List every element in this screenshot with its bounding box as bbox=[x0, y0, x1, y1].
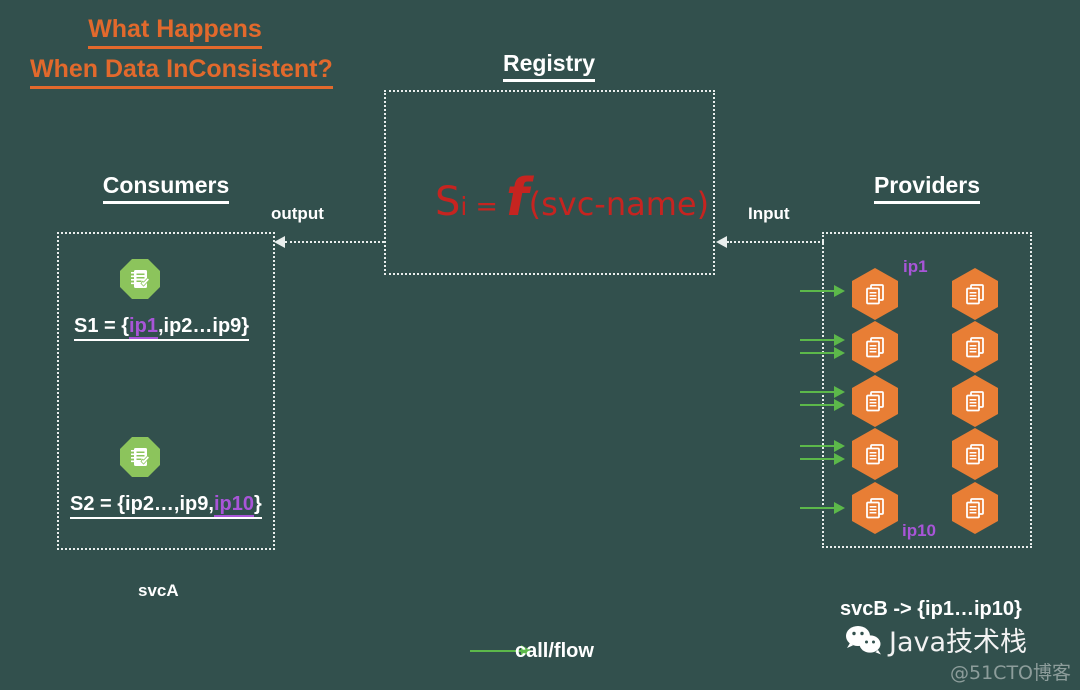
registry-formula: Si = f(svc-name) bbox=[435, 168, 709, 228]
consumer-service-label: svcA bbox=[138, 581, 179, 600]
legend-label: call/flow bbox=[515, 640, 594, 662]
title-line-2: When Data InConsistent? bbox=[30, 54, 333, 89]
consumer-icon-2[interactable] bbox=[120, 437, 160, 477]
arrow-shaft bbox=[800, 290, 834, 292]
arrow-shaft bbox=[800, 352, 834, 354]
consumer-set-2-suffix: } bbox=[253, 493, 262, 515]
arrow-head-icon bbox=[834, 347, 845, 359]
documents-stack-icon bbox=[966, 284, 984, 305]
consumer-set-2-prefix: S2 = {ip2…,ip9, bbox=[70, 493, 214, 515]
consumer-set-2-highlight: ip10 bbox=[213, 493, 254, 517]
consumer-set-1-suffix: ,ip2…ip9} bbox=[157, 315, 250, 337]
watermark-wechat: Java技术栈 bbox=[845, 625, 1027, 660]
output-arrow bbox=[274, 236, 384, 248]
consumer-icon-1[interactable] bbox=[120, 259, 160, 299]
consumers-heading: Consumers bbox=[57, 172, 275, 204]
documents-stack-icon bbox=[866, 498, 884, 519]
page-title: What Happens When Data InConsistent? bbox=[30, 14, 333, 89]
arrow-shaft bbox=[800, 507, 834, 509]
arrow-shaft bbox=[800, 339, 834, 341]
documents-stack-icon bbox=[866, 337, 884, 358]
arrow-head-icon bbox=[834, 285, 845, 297]
documents-stack-icon bbox=[866, 284, 884, 305]
providers-heading-label: Providers bbox=[873, 172, 981, 204]
arrow-head-icon bbox=[834, 399, 845, 411]
input-arrow-label: Input bbox=[748, 204, 790, 223]
documents-stack-icon bbox=[966, 498, 984, 519]
arrow-head-icon bbox=[834, 502, 845, 514]
arrow-shaft bbox=[800, 458, 834, 460]
provider-bottom-ip-label: ip10 bbox=[902, 521, 937, 540]
registry-heading: Registry bbox=[384, 50, 714, 82]
provider-flow-arrow bbox=[800, 399, 845, 411]
arrow-head-icon bbox=[834, 334, 845, 346]
input-arrow bbox=[716, 236, 824, 248]
notepad-check-icon bbox=[131, 448, 151, 466]
provider-flow-arrow bbox=[800, 334, 845, 346]
provider-mapping-label: svcB -> {ip1…ip10} bbox=[840, 598, 1022, 620]
provider-flow-arrow bbox=[800, 285, 845, 297]
arrow-shaft bbox=[800, 404, 834, 406]
documents-stack-icon bbox=[966, 444, 984, 465]
arrow-head-icon bbox=[834, 453, 845, 465]
title-line-1: What Happens bbox=[88, 14, 262, 49]
arrow-shaft bbox=[800, 445, 834, 447]
formula-s: S bbox=[435, 179, 461, 225]
provider-top-ip-label: ip1 bbox=[903, 257, 928, 276]
provider-flow-arrow bbox=[800, 453, 845, 465]
providers-heading: Providers bbox=[822, 172, 1032, 204]
arrow-head-icon bbox=[834, 440, 845, 452]
provider-flow-arrow bbox=[800, 440, 845, 452]
arrow-shaft bbox=[800, 391, 834, 393]
consumer-set-1-text: S1 = {ip1,ip2…ip9} bbox=[74, 315, 250, 341]
output-arrow-line bbox=[285, 241, 384, 243]
formula-i: i bbox=[460, 192, 468, 221]
arrow-shaft bbox=[470, 650, 521, 652]
output-arrow-label: output bbox=[271, 204, 324, 223]
consumer-set-2: S2 = {ip2…,ip9,ip10} bbox=[70, 493, 262, 519]
formula-argument: (svc-name) bbox=[528, 185, 710, 223]
consumers-heading-label: Consumers bbox=[102, 172, 230, 204]
wechat-account-name: Java技术栈 bbox=[889, 627, 1028, 658]
consumer-set-1-prefix: S1 = { bbox=[74, 315, 130, 337]
watermark-attribution: @51CTO博客 bbox=[950, 662, 1072, 684]
input-arrow-line bbox=[727, 241, 824, 243]
formula-equals: = bbox=[475, 191, 498, 222]
wechat-icon bbox=[845, 625, 883, 660]
formula-function: f bbox=[505, 168, 529, 228]
input-arrowhead-icon bbox=[716, 236, 727, 248]
documents-stack-icon bbox=[966, 391, 984, 412]
documents-stack-icon bbox=[866, 391, 884, 412]
provider-flow-arrow bbox=[800, 502, 845, 514]
documents-stack-icon bbox=[966, 337, 984, 358]
arrow-head-icon bbox=[834, 386, 845, 398]
provider-flow-arrow bbox=[800, 347, 845, 359]
consumer-set-1-highlight: ip1 bbox=[129, 315, 158, 339]
consumer-set-2-text: S2 = {ip2…,ip9,ip10} bbox=[70, 493, 262, 519]
documents-stack-icon bbox=[866, 444, 884, 465]
provider-flow-arrow bbox=[800, 386, 845, 398]
registry-heading-label: Registry bbox=[502, 50, 596, 82]
notepad-check-icon bbox=[131, 270, 151, 288]
output-arrowhead-icon bbox=[274, 236, 285, 248]
consumer-set-1: S1 = {ip1,ip2…ip9} bbox=[74, 315, 250, 341]
